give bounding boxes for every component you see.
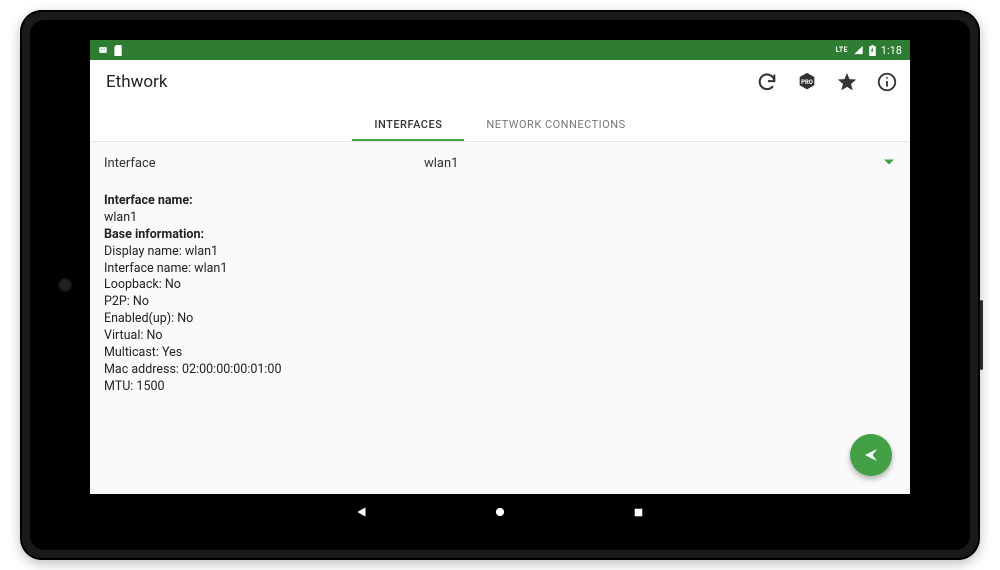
home-button[interactable] [491, 503, 509, 521]
section-base-info-title: Base information: [104, 227, 896, 244]
back-button[interactable] [353, 503, 371, 521]
svg-text:PRO: PRO [801, 78, 813, 85]
favorite-button[interactable] [836, 71, 858, 93]
pro-badge-button[interactable]: PRO [796, 71, 818, 93]
app-bar: Ethwork PRO [90, 60, 910, 104]
interface-details: Interface name: wlan1 Base information: … [90, 181, 910, 494]
tablet-frame: LTE 1:18 Ethwork [20, 10, 980, 560]
share-fab[interactable] [850, 434, 892, 476]
interface-selector-value: wlan1 [424, 156, 459, 171]
interface-name-value: wlan1 [104, 210, 896, 227]
p2p-row: P2P: No [104, 294, 896, 311]
clock: 1:18 [881, 44, 902, 57]
share-icon [862, 446, 880, 464]
signal-icon [853, 45, 864, 55]
battery-charging-icon [869, 45, 876, 56]
chevron-down-icon[interactable] [884, 159, 894, 164]
info-button[interactable] [876, 71, 898, 93]
keyboard-indicator-icon [98, 45, 108, 55]
section-interface-name-title: Interface name: [104, 193, 896, 210]
screen: LTE 1:18 Ethwork [90, 40, 910, 530]
interface-selector[interactable]: Interface wlan1 [90, 142, 910, 181]
tab-bar: INTERFACES NETWORK CONNECTIONS [90, 104, 910, 142]
virtual-row: Virtual: No [104, 328, 896, 345]
tablet-bezel: LTE 1:18 Ethwork [30, 20, 970, 550]
system-nav-bar [90, 494, 910, 530]
app-title: Ethwork [106, 72, 167, 92]
tab-interfaces[interactable]: INTERFACES [352, 118, 464, 141]
mtu-row: MTU: 1500 [104, 379, 896, 396]
display-name-row: Display name: wlan1 [104, 244, 896, 261]
recent-apps-button[interactable] [629, 503, 647, 521]
multicast-row: Multicast: Yes [104, 345, 896, 362]
front-camera [58, 278, 72, 292]
sd-card-icon [114, 45, 123, 56]
status-bar: LTE 1:18 [90, 40, 910, 60]
refresh-button[interactable] [756, 71, 778, 93]
mac-row: Mac address: 02:00:00:00:01:00 [104, 362, 896, 379]
enabled-row: Enabled(up): No [104, 311, 896, 328]
interface-selector-label: Interface [104, 156, 424, 171]
tab-network-connections[interactable]: NETWORK CONNECTIONS [464, 118, 647, 141]
iface-name-row: Interface name: wlan1 [104, 261, 896, 278]
network-type-label: LTE [836, 46, 848, 54]
loopback-row: Loopback: No [104, 277, 896, 294]
device-side-button [980, 300, 983, 370]
